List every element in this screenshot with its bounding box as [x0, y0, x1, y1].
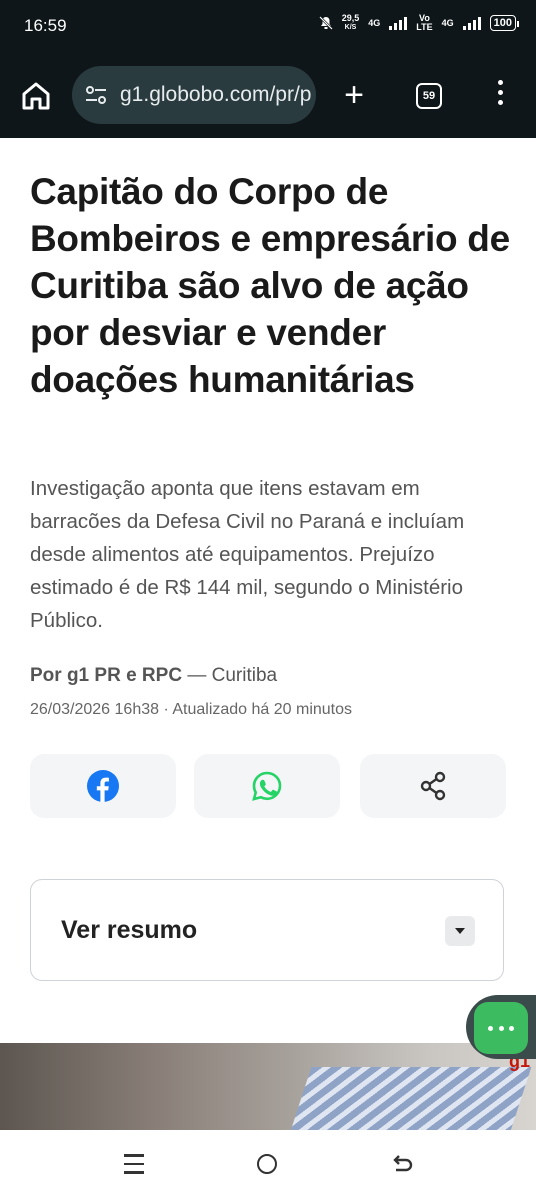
browser-toolbar: g1.globobo.com/pr/p + 59	[0, 56, 536, 138]
article-subtitle: Investigação aponta que itens estavam em…	[30, 477, 465, 632]
share-facebook-button[interactable]	[30, 754, 176, 818]
mute-icon	[318, 16, 333, 30]
address-bar[interactable]: g1.globobo.com/pr/p	[72, 66, 316, 124]
recents-icon[interactable]	[124, 1154, 144, 1174]
back-icon[interactable]	[390, 1152, 414, 1176]
summary-label: Ver resumo	[61, 916, 198, 944]
share-whatsapp-button[interactable]	[194, 754, 340, 818]
battery-icon: 100	[489, 15, 520, 31]
volte-label: Vo LTE	[416, 13, 433, 32]
facebook-icon	[87, 770, 119, 802]
more-menu-icon[interactable]	[494, 80, 506, 112]
dot-icon	[488, 1026, 493, 1031]
more-options-fab[interactable]	[474, 1002, 528, 1054]
network-type-2: 4G	[441, 18, 454, 28]
dot-icon	[498, 1026, 504, 1031]
tab-switcher-button[interactable]: 59	[416, 83, 442, 109]
status-bar: 16:59 29,5 K/S 4G Vo LTE 4G 100	[0, 0, 536, 56]
photo-donation-boxes	[288, 1067, 532, 1130]
signal-icon	[389, 16, 408, 30]
net-speed: 29,5 K/S	[341, 13, 360, 32]
article-date: 26/03/2026 16h38 · Atualizado há 20 minu…	[30, 701, 353, 718]
system-nav-bar	[0, 1130, 536, 1200]
network-type-1: 4G	[368, 18, 381, 28]
home-icon[interactable]	[18, 78, 54, 114]
article-byline: Por g1 PR e RPC — Curitiba	[30, 665, 277, 687]
dot-icon	[509, 1026, 514, 1031]
article-photo: g1	[0, 1043, 536, 1130]
author-name[interactable]: Por g1 PR e RPC	[30, 665, 182, 686]
chevron-down-icon[interactable]	[445, 916, 475, 946]
site-settings-icon[interactable]	[84, 83, 108, 107]
status-icons: 29,5 K/S 4G Vo LTE 4G 100	[318, 13, 520, 32]
url-text[interactable]: g1.globobo.com/pr/p	[120, 83, 311, 107]
signal-icon	[462, 16, 481, 30]
new-tab-icon[interactable]: +	[338, 76, 370, 116]
summary-accordion[interactable]: Ver resumo	[30, 879, 504, 981]
share-icon	[420, 771, 446, 801]
share-more-button[interactable]	[360, 754, 506, 818]
byline-location: — Curitiba	[182, 665, 278, 686]
status-time: 16:59	[24, 16, 67, 35]
article-headline: Capitão do Corpo de Bombeiros e empresár…	[30, 171, 510, 400]
whatsapp-icon	[252, 771, 282, 801]
nav-home-icon[interactable]	[257, 1154, 277, 1174]
